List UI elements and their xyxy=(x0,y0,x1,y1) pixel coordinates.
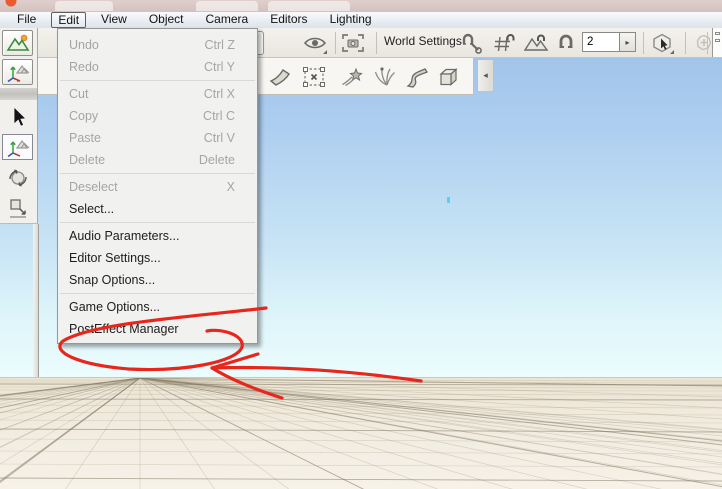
viewport-edge-strip xyxy=(33,224,39,377)
menu-object[interactable]: Object xyxy=(138,12,195,28)
cube-icon xyxy=(439,67,458,86)
winding-road-icon xyxy=(406,67,428,88)
terrain-scene-icon xyxy=(6,34,29,51)
tool-palette xyxy=(0,28,38,224)
titlebar-strip xyxy=(0,0,722,12)
menu-item-deselect[interactable]: Deselect X xyxy=(58,176,257,198)
edit-menu-dropdown: Undo Ctrl Z Redo Ctrl Y Cut Ctrl X Copy Ctrl… xyxy=(57,28,258,344)
titlebar-highlight xyxy=(55,1,113,11)
visibility-eye-button[interactable] xyxy=(302,31,328,55)
ramp-tool-button[interactable] xyxy=(267,63,295,90)
snap-to-terrain-button[interactable] xyxy=(523,31,549,55)
menu-item-paste[interactable]: Paste Ctrl V xyxy=(58,127,257,149)
magnet-wrench-icon xyxy=(462,33,482,54)
menu-view[interactable]: View xyxy=(90,12,138,28)
comet-emitter-button[interactable] xyxy=(338,63,366,90)
menu-item-redo[interactable]: Redo Ctrl Y xyxy=(58,56,257,78)
convex-shape-button[interactable] xyxy=(435,63,463,90)
menu-edit[interactable]: Edit xyxy=(51,12,87,28)
menu-lighting[interactable]: Lighting xyxy=(319,12,383,28)
menu-item-posteffect-manager[interactable]: PostEffect Manager xyxy=(58,318,257,340)
editor-window: File Edit View Object Camera Editors Lig… xyxy=(0,0,722,489)
menu-item-editor-settings[interactable]: Editor Settings... xyxy=(58,247,257,269)
snap-to-grid-button[interactable] xyxy=(491,31,517,55)
spinner-arrow-button[interactable]: ▸ xyxy=(620,32,636,52)
menu-separator xyxy=(60,80,255,81)
particle-fountain-button[interactable] xyxy=(371,63,399,90)
menu-editors[interactable]: Editors xyxy=(259,12,318,28)
rotate-icon xyxy=(8,169,27,187)
scale-tool-button[interactable] xyxy=(2,195,33,221)
toolbar-scroll-button[interactable]: ◂ xyxy=(477,60,493,91)
menu-item-select[interactable]: Select... xyxy=(58,198,257,220)
clipped-panel xyxy=(712,28,722,57)
palette-divider xyxy=(0,88,37,100)
soft-snap-button[interactable] xyxy=(553,31,579,55)
axes-terrain-icon xyxy=(7,139,29,158)
fountain-icon xyxy=(374,66,395,86)
menu-item-audio-parameters[interactable]: Audio Parameters... xyxy=(58,225,257,247)
camera-snapshot-button[interactable] xyxy=(340,31,366,55)
menu-camera[interactable]: Camera xyxy=(195,12,260,28)
snap-to-object-button[interactable] xyxy=(458,31,484,55)
terrain-grid xyxy=(0,378,722,489)
terrain-magnet-icon xyxy=(523,34,549,51)
menubar: File Edit View Object Camera Editors Lig… xyxy=(0,12,722,28)
ramp-icon xyxy=(269,68,290,86)
scale-drop-icon xyxy=(9,199,26,218)
marquee-x-icon xyxy=(303,66,325,87)
terrain-scene-button[interactable] xyxy=(2,30,33,56)
menu-separator xyxy=(60,293,255,294)
river-road-button[interactable] xyxy=(403,63,431,90)
selection-marquee-button[interactable] xyxy=(300,63,328,90)
toolbar-separator xyxy=(707,32,708,54)
world-editor-button[interactable] xyxy=(2,59,33,85)
eye-icon xyxy=(303,37,327,49)
camera-frame-icon xyxy=(342,34,364,52)
toolbar-separator xyxy=(335,32,336,54)
rotate-tool-button[interactable] xyxy=(2,165,33,191)
menu-separator xyxy=(60,173,255,174)
snap-size-input[interactable] xyxy=(582,32,620,52)
titlebar-highlight xyxy=(268,1,350,11)
grid-magnet-icon xyxy=(494,34,515,52)
menu-item-undo[interactable]: Undo Ctrl Z xyxy=(58,34,257,56)
menu-item-game-options[interactable]: Game Options... xyxy=(58,296,257,318)
viewport-ground[interactable] xyxy=(0,377,722,489)
comet-icon xyxy=(342,67,363,86)
menu-item-snap-options[interactable]: Snap Options... xyxy=(58,269,257,291)
world-settings-button[interactable]: World Settings xyxy=(384,34,462,48)
menu-item-copy[interactable]: Copy Ctrl C xyxy=(58,105,257,127)
toolbar-separator xyxy=(376,32,377,54)
cursor-arrow-icon xyxy=(13,106,27,127)
object-cursor-icon xyxy=(653,33,671,53)
menu-file[interactable]: File xyxy=(6,12,47,28)
distant-object xyxy=(447,197,450,203)
toolbar-separator xyxy=(685,32,686,54)
world-editor-selected-button[interactable] xyxy=(2,134,33,160)
menu-item-delete[interactable]: Delete Delete xyxy=(58,149,257,171)
menu-separator xyxy=(60,222,255,223)
object-select-button[interactable] xyxy=(649,31,675,55)
snap-size-spinner: ▸ xyxy=(582,32,636,52)
menu-item-cut[interactable]: Cut Ctrl X xyxy=(58,83,257,105)
toolbar-separator xyxy=(643,32,644,54)
titlebar-highlight xyxy=(196,1,258,11)
axes-terrain-icon xyxy=(7,64,29,83)
arrow-select-button[interactable] xyxy=(2,104,33,130)
magnet-icon xyxy=(559,34,573,48)
